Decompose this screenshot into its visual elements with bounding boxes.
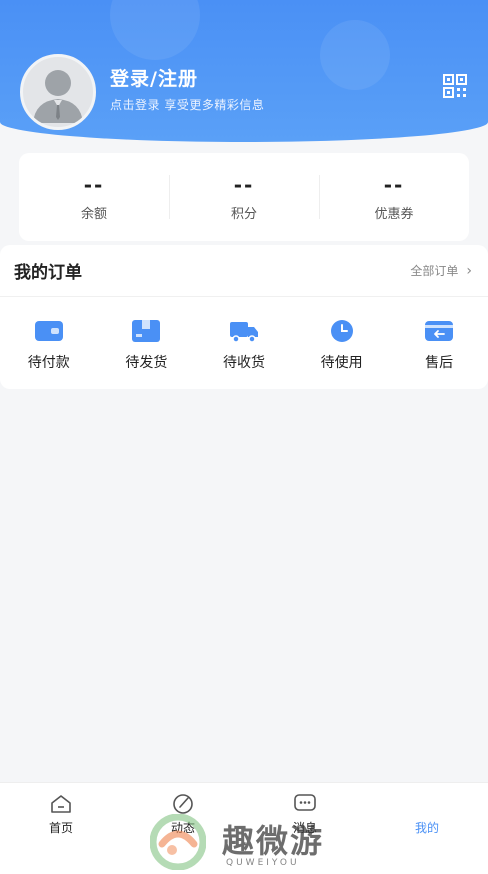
header-decoration <box>110 0 200 60</box>
stat-value: -- <box>383 173 405 197</box>
tab-mine[interactable]: 我的 <box>366 783 488 874</box>
order-after-sales[interactable]: 售后 <box>390 319 488 372</box>
stat-coupons[interactable]: -- 优惠券 <box>319 173 469 222</box>
return-icon <box>425 321 454 341</box>
stat-value: -- <box>83 173 105 197</box>
stat-points[interactable]: -- 积分 <box>169 173 319 222</box>
tab-label: 首页 <box>48 821 73 835</box>
orders-title: 我的订单 <box>14 263 82 283</box>
tab-home[interactable]: 首页 <box>0 783 122 874</box>
tab-label: 我的 <box>414 821 439 835</box>
truck-icon <box>229 322 258 343</box>
order-pending-payment[interactable]: 待付款 <box>0 319 98 372</box>
chevron-right-icon: › <box>466 262 472 279</box>
profile-header: 登录/注册 点击登录 享受更多精彩信息 <box>0 0 488 142</box>
watermark-subtext: QUWEIYOU <box>226 858 300 868</box>
qr-code-icon[interactable] <box>442 73 468 99</box>
all-orders-label: 全部订单 <box>410 264 459 278</box>
package-icon <box>132 320 161 342</box>
avatar[interactable] <box>20 54 96 130</box>
stat-label: 积分 <box>230 207 257 222</box>
account-stats-card: -- 余额 -- 积分 -- 优惠券 <box>19 153 469 241</box>
order-status-label: 待收货 <box>222 355 265 371</box>
stat-label: 余额 <box>80 207 107 222</box>
user-silhouette-icon <box>33 70 83 123</box>
order-status-label: 待使用 <box>320 355 363 371</box>
compass-icon <box>173 794 193 814</box>
clock-icon <box>330 320 353 342</box>
order-status-row: 待付款 待发货 待收货 待使用 售后 <box>0 297 488 372</box>
home-icon <box>51 795 71 813</box>
watermark: 趣微游 QUWEIYOU <box>150 814 350 874</box>
order-status-label: 待发货 <box>125 355 168 371</box>
order-status-label: 待付款 <box>27 355 70 371</box>
order-pending-receipt[interactable]: 待收货 <box>195 319 293 372</box>
order-status-label: 售后 <box>425 355 454 371</box>
stat-balance[interactable]: -- 余额 <box>19 173 169 222</box>
tab-icon-placeholder <box>366 793 488 815</box>
my-orders-card: 我的订单 全部订单 › 待付款 待发货 待收货 待使用 售后 <box>0 245 488 389</box>
stat-label: 优惠券 <box>374 207 414 222</box>
chat-icon <box>294 794 316 811</box>
login-hint: 点击登录 享受更多精彩信息 <box>110 98 265 112</box>
orders-header: 我的订单 全部订单 › <box>0 245 488 297</box>
stat-value: -- <box>233 173 255 197</box>
login-register-link[interactable]: 登录/注册 <box>110 64 198 91</box>
header-decoration <box>320 20 390 90</box>
all-orders-link[interactable]: 全部订单 › <box>410 262 472 279</box>
watermark-logo-icon <box>150 814 206 870</box>
wallet-icon <box>34 321 63 341</box>
order-pending-shipment[interactable]: 待发货 <box>98 319 196 372</box>
order-to-use[interactable]: 待使用 <box>293 319 391 372</box>
watermark-text: 趣微游 <box>222 822 325 860</box>
